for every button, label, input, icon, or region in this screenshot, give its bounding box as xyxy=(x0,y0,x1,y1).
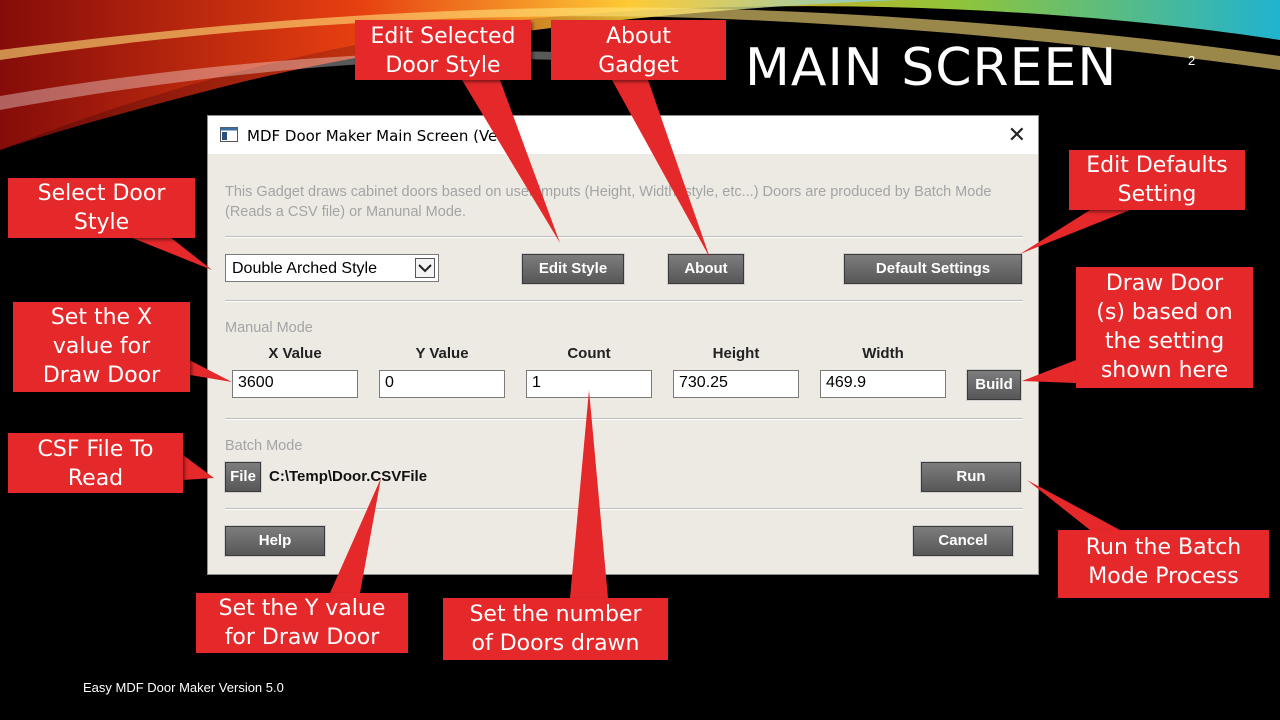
callout-line: value for xyxy=(52,334,151,359)
callout-line: Door Style xyxy=(385,53,501,78)
callout-line: Set the number xyxy=(469,602,642,627)
callout-set-count: Set the number of Doors drawn xyxy=(443,598,668,660)
callout-csf-file: CSF File To Read xyxy=(8,433,183,493)
callout-line: About xyxy=(605,24,672,49)
callout-line: for Draw Door xyxy=(224,625,380,650)
callout-line: (s) based on xyxy=(1096,300,1233,325)
callout-line: Mode Process xyxy=(1088,564,1239,589)
callout-line: CSF File To xyxy=(37,437,154,462)
callout-line: Draw Door xyxy=(42,363,161,388)
callout-set-x-value: Set the X value for Draw Door xyxy=(13,302,190,392)
callout-line: of Doors drawn xyxy=(471,631,640,656)
callout-line: Setting xyxy=(1117,182,1197,207)
callout-about-gadget: About Gadget xyxy=(551,20,726,80)
callout-line: Gadget xyxy=(598,53,679,78)
callout-line: Select Door xyxy=(37,181,166,206)
callout-line: shown here xyxy=(1100,358,1229,383)
callout-edit-defaults: Edit Defaults Setting xyxy=(1069,150,1245,210)
callout-line: Draw Door xyxy=(1105,271,1224,296)
callout-line: Read xyxy=(67,466,124,491)
callout-draw-door: Draw Door (s) based on the setting shown… xyxy=(1076,267,1253,388)
callout-line: Edit Selected xyxy=(370,24,516,49)
callout-edit-selected-style: Edit Selected Door Style xyxy=(355,20,531,80)
callout-line: the setting xyxy=(1104,329,1225,354)
callout-select-door-style: Select Door Style xyxy=(8,178,195,238)
callout-line: Run the Batch xyxy=(1085,535,1242,560)
callout-line: Set the Y value xyxy=(218,596,386,621)
callout-line: Style xyxy=(73,210,130,235)
callout-set-y-value: Set the Y value for Draw Door xyxy=(196,593,408,653)
callout-line: Set the X xyxy=(50,305,153,330)
callout-line: Edit Defaults xyxy=(1086,153,1228,178)
slide: MAIN SCREEN 2 Easy MDF Door Maker Versio… xyxy=(0,0,1280,720)
callout-run-batch: Run the Batch Mode Process xyxy=(1058,530,1269,598)
